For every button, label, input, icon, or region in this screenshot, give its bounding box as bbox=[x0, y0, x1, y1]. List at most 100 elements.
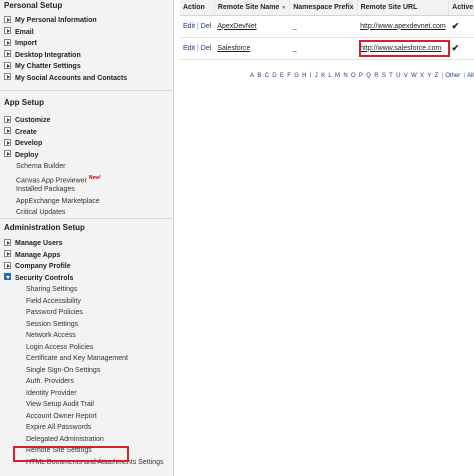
alpha-filter-other[interactable]: Other bbox=[445, 73, 460, 79]
alpha-filter-v[interactable]: V bbox=[404, 73, 408, 79]
edit-link[interactable]: Edit bbox=[183, 23, 195, 30]
nav-company-profile[interactable]: Company Profile bbox=[0, 261, 173, 273]
nav-certificate-key-management[interactable]: Certificate and Key Management bbox=[0, 353, 173, 365]
edit-link[interactable]: Edit bbox=[183, 45, 195, 52]
nav-import[interactable]: Import bbox=[0, 38, 173, 50]
nav-email[interactable]: Email bbox=[0, 27, 173, 39]
expand-arrow-icon[interactable] bbox=[4, 38, 11, 46]
delete-link[interactable]: Del bbox=[201, 45, 212, 52]
alpha-separator: | bbox=[463, 73, 466, 79]
nav-account-owner-report[interactable]: Account Owner Report bbox=[0, 411, 173, 423]
alpha-filter-j[interactable]: J bbox=[315, 73, 318, 79]
nav-deploy[interactable]: Deploy bbox=[0, 150, 173, 162]
alpha-filter-z[interactable]: Z bbox=[435, 73, 439, 79]
header-active[interactable]: Active bbox=[448, 0, 474, 16]
table-header-row: Action Remote Site Name ▼ Namespace Prefi… bbox=[180, 0, 474, 16]
remote-site-name-link[interactable]: ApexDevNet bbox=[214, 15, 290, 38]
nav-session-settings[interactable]: Session Settings bbox=[0, 319, 173, 331]
expand-arrow-icon[interactable] bbox=[4, 138, 11, 146]
nav-sharing-settings[interactable]: Sharing Settings bbox=[0, 284, 173, 296]
nav-my-personal-information[interactable]: My Personal Information bbox=[0, 15, 173, 27]
nav-manage-apps[interactable]: Manage Apps bbox=[0, 250, 173, 262]
alpha-filter-g[interactable]: G bbox=[294, 73, 299, 79]
alpha-filter-m[interactable]: M bbox=[335, 73, 340, 79]
alpha-filter-t[interactable]: T bbox=[389, 73, 393, 79]
new-badge: New! bbox=[88, 174, 101, 181]
nav-view-setup-audit-trail[interactable]: View Setup Audit Trail bbox=[0, 399, 173, 411]
expand-arrow-icon[interactable] bbox=[4, 15, 11, 23]
section-divider bbox=[0, 90, 173, 91]
nav-delegated-administration[interactable]: Delegated Administration bbox=[0, 434, 173, 446]
action-separator: | bbox=[197, 44, 199, 52]
alpha-filter-y[interactable]: Y bbox=[427, 73, 431, 79]
alpha-filter-q[interactable]: Q bbox=[366, 73, 371, 79]
alpha-filter-u[interactable]: U bbox=[396, 73, 400, 79]
alpha-filter-s[interactable]: S bbox=[382, 73, 386, 79]
header-remote-site-name[interactable]: Remote Site Name ▼ bbox=[214, 0, 291, 16]
nav-appexchange-marketplace[interactable]: AppExchange Marketplace bbox=[0, 196, 173, 208]
expand-arrow-icon[interactable] bbox=[4, 115, 11, 123]
expand-arrow-icon[interactable] bbox=[4, 238, 11, 246]
checkmark-icon: ✔ bbox=[451, 20, 460, 31]
expand-arrow-icon[interactable] bbox=[4, 261, 11, 269]
alphabet-filter: A B C D E F G H I J K L M N O P Q R S T U V W X Y Z | Other | All bbox=[250, 73, 474, 79]
expand-arrow-icon[interactable] bbox=[4, 27, 11, 35]
alpha-filter-e[interactable]: E bbox=[280, 73, 284, 79]
nav-canvas-app-previewer[interactable]: Canvas App Previewer New! bbox=[0, 173, 173, 185]
collapse-arrow-icon[interactable] bbox=[4, 273, 11, 281]
nav-manage-users[interactable]: Manage Users bbox=[0, 238, 173, 250]
expand-arrow-icon[interactable] bbox=[4, 50, 11, 58]
alpha-filter-f[interactable]: F bbox=[287, 73, 291, 79]
nav-auth-providers[interactable]: Auth. Providers bbox=[0, 376, 173, 388]
alpha-filter-r[interactable]: R bbox=[374, 73, 378, 79]
nav-desktop-integration[interactable]: Desktop Integration bbox=[0, 50, 173, 62]
table-row: Edit | Del ApexDevNet _ http://www.apexd… bbox=[180, 15, 474, 38]
alpha-filter-h[interactable]: H bbox=[302, 73, 306, 79]
alpha-filter-w[interactable]: W bbox=[411, 73, 417, 79]
expand-arrow-icon[interactable] bbox=[4, 73, 11, 81]
alpha-filter-b[interactable]: B bbox=[257, 73, 261, 79]
row-actions: Edit | Del bbox=[180, 15, 215, 38]
delete-link[interactable]: Del bbox=[201, 23, 212, 30]
alpha-filter-all[interactable]: All bbox=[467, 73, 474, 79]
alpha-filter-n[interactable]: N bbox=[343, 73, 347, 79]
alpha-filter-l[interactable]: L bbox=[328, 73, 331, 79]
alpha-filter-o[interactable]: O bbox=[351, 73, 356, 79]
alpha-filter-c[interactable]: C bbox=[265, 73, 269, 79]
nav-critical-updates[interactable]: Critical Updates bbox=[0, 207, 173, 219]
nav-schema-builder[interactable]: Schema Builder bbox=[0, 161, 173, 173]
alpha-filter-k[interactable]: K bbox=[321, 73, 325, 79]
nav-password-policies[interactable]: Password Policies bbox=[0, 307, 173, 319]
header-remote-site-url[interactable]: Remote Site URL bbox=[357, 0, 450, 16]
alpha-filter-i[interactable]: I bbox=[310, 73, 312, 79]
namespace-prefix-cell: _ bbox=[289, 15, 358, 38]
nav-develop[interactable]: Develop bbox=[0, 138, 173, 150]
administration-setup-section: Administration Setup Manage Users Manage… bbox=[0, 222, 173, 468]
expand-arrow-icon[interactable] bbox=[4, 127, 11, 135]
nav-my-chatter-settings[interactable]: My Chatter Settings bbox=[0, 61, 173, 73]
header-namespace-prefix[interactable]: Namespace Prefix bbox=[289, 0, 358, 16]
nav-customize[interactable]: Customize bbox=[0, 115, 173, 127]
expand-arrow-icon[interactable] bbox=[4, 61, 11, 69]
personal-setup-section: Personal Setup My Personal Information E… bbox=[0, 0, 173, 84]
nav-single-sign-on-settings[interactable]: Single Sign-On Settings bbox=[0, 365, 173, 377]
alpha-filter-d[interactable]: D bbox=[272, 73, 276, 79]
remote-site-settings-highlight bbox=[13, 446, 129, 462]
nav-installed-packages[interactable]: Installed Packages bbox=[0, 184, 173, 196]
nav-login-access-policies[interactable]: Login Access Policies bbox=[0, 342, 173, 354]
expand-arrow-icon[interactable] bbox=[4, 250, 11, 258]
nav-expire-all-passwords[interactable]: Expire All Passwords bbox=[0, 422, 173, 434]
nav-network-access[interactable]: Network Access bbox=[0, 330, 173, 342]
alpha-filter-a[interactable]: A bbox=[250, 73, 254, 79]
active-cell: ✔ bbox=[448, 37, 474, 60]
nav-security-controls[interactable]: Security Controls bbox=[0, 273, 173, 285]
nav-field-accessibility[interactable]: Field Accessibility bbox=[0, 296, 173, 308]
nav-create[interactable]: Create bbox=[0, 127, 173, 139]
personal-setup-heading: Personal Setup bbox=[4, 1, 63, 10]
expand-arrow-icon[interactable] bbox=[4, 150, 11, 158]
nav-identity-provider[interactable]: Identity Provider bbox=[0, 388, 173, 400]
nav-my-social-accounts[interactable]: My Social Accounts and Contacts bbox=[0, 73, 173, 85]
alpha-filter-x[interactable]: X bbox=[420, 73, 424, 79]
alpha-filter-p[interactable]: P bbox=[359, 73, 363, 79]
remote-site-name-link[interactable]: Salesforce bbox=[214, 37, 290, 60]
